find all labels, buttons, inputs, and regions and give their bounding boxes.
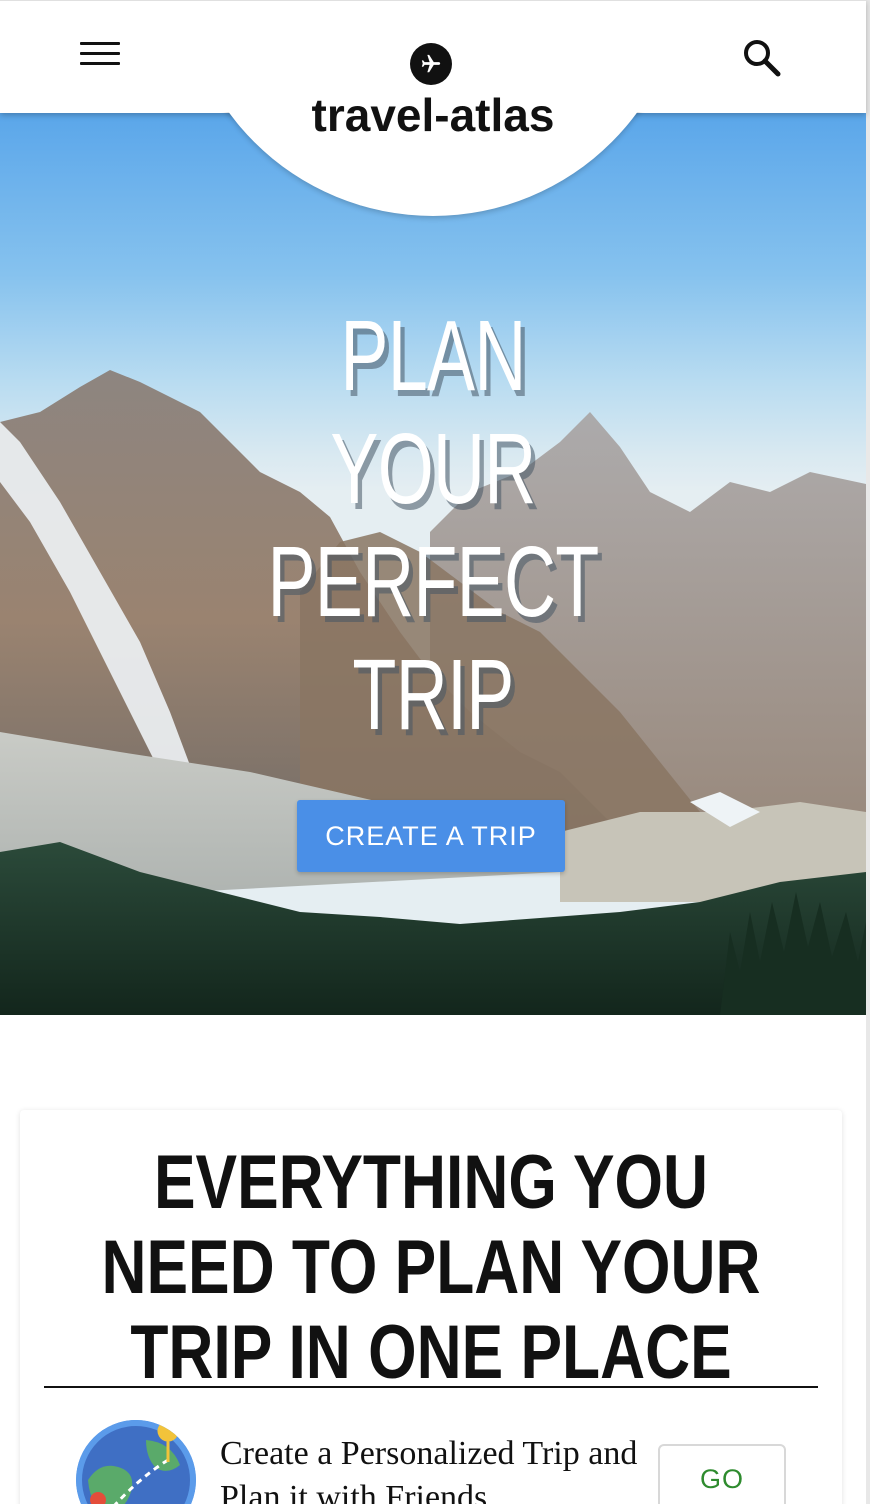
page: PLAN YOUR PERFECT TRIP CREATE A TRIP tra… [0,0,870,1504]
airplane-icon-glyph [421,54,441,73]
hero-title-line: TRIP [352,639,514,751]
hero-title-line: YOUR [330,413,536,525]
features-heading: EVERYTHING YOU NEED TO PLAN YOUR TRIP IN… [20,1140,842,1395]
hamburger-menu-icon[interactable] [80,42,120,72]
site-logo[interactable]: travel-atlas [0,88,866,142]
search-icon[interactable] [740,36,784,80]
go-button[interactable]: GO [658,1444,786,1504]
features-card: EVERYTHING YOU NEED TO PLAN YOUR TRIP IN… [20,1110,842,1504]
hero-title-line: PERFECT [267,526,600,638]
create-trip-button[interactable]: CREATE A TRIP [297,800,565,872]
feature-description: Create a Personalized Trip and Plan it w… [220,1435,638,1504]
map-route-icon-glyph [76,1420,196,1504]
hero-title: PLAN YOUR PERFECT TRIP [121,300,745,752]
hero-title-line: PLAN [340,300,526,412]
map-route-icon [76,1420,196,1504]
heading-divider [44,1386,818,1388]
hero-banner: PLAN YOUR PERFECT TRIP CREATE A TRIP [0,112,866,1015]
search-icon-glyph [744,40,781,77]
page-scrollbar[interactable] [866,0,870,1504]
features-heading-text: EVERYTHING YOU NEED TO PLAN YOUR TRIP IN… [101,1140,761,1395]
airplane-icon [410,43,452,85]
